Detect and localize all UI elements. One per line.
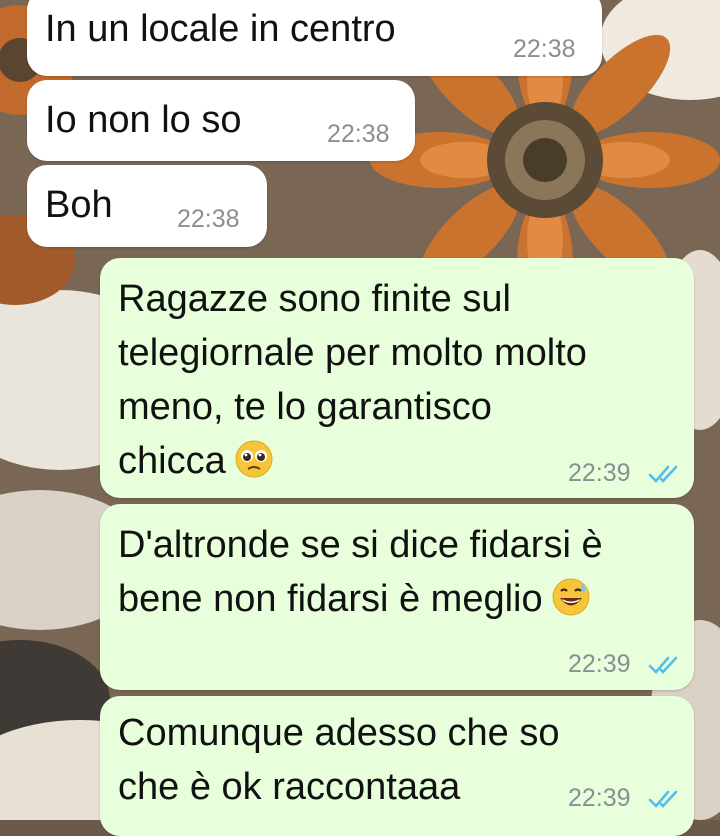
- incoming-message[interactable]: Boh 22:38: [27, 165, 267, 247]
- incoming-message[interactable]: Io non lo so 22:38: [27, 80, 415, 161]
- pleading-face-icon: [235, 440, 273, 478]
- incoming-message[interactable]: In un locale in centro 22:38: [27, 0, 602, 76]
- message-text: Ragazze sono finite sul telegiornale per…: [118, 272, 587, 488]
- message-text-content: D'altronde se si dice fidarsi è bene non…: [118, 524, 603, 620]
- message-text: Boh: [45, 184, 113, 226]
- message-text: Comunque adesso che so che è ok racconta…: [118, 712, 560, 808]
- message-time: 22:38: [513, 35, 576, 63]
- grinning-sweat-face-icon: [552, 578, 590, 616]
- message-text: Io non lo so: [45, 99, 242, 141]
- chat-conversation: In un locale in centro 22:38 Io non lo s…: [0, 0, 720, 836]
- message-text: In un locale in centro: [45, 8, 396, 50]
- read-receipt-icon: [648, 656, 678, 674]
- outgoing-message[interactable]: Comunque adesso che so che è ok racconta…: [100, 696, 694, 836]
- message-text: D'altronde se si dice fidarsi è bene non…: [118, 518, 603, 626]
- message-time: 22:39: [568, 784, 631, 812]
- read-receipt-icon: [648, 790, 678, 808]
- outgoing-message[interactable]: D'altronde se si dice fidarsi è bene non…: [100, 504, 694, 690]
- message-text-content: Ragazze sono finite sul telegiornale per…: [118, 278, 587, 482]
- outgoing-message[interactable]: Ragazze sono finite sul telegiornale per…: [100, 258, 694, 498]
- message-time: 22:38: [177, 205, 240, 233]
- message-time: 22:39: [568, 459, 631, 487]
- message-time: 22:38: [327, 120, 390, 148]
- message-time: 22:39: [568, 650, 631, 678]
- read-receipt-icon: [648, 465, 678, 483]
